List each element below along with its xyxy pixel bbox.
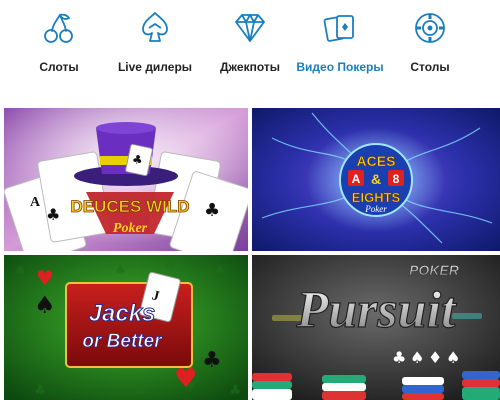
game-tile-aces-eights[interactable]: ACES A & 8 EIGHTS Poker: [252, 108, 500, 251]
game-tile-poker-pursuit[interactable]: POKER Pursuit ♣ ♠ ♦ ♠: [252, 255, 500, 400]
logo-poker: Poker: [364, 204, 387, 214]
logo-ampersand: &: [371, 171, 381, 187]
svg-text:♣: ♣: [46, 205, 60, 224]
chips-icon: [142, 12, 168, 42]
nav-item-jackpots[interactable]: Джекпоты: [205, 10, 295, 90]
logo-8-card: 8: [393, 172, 400, 186]
svg-text:♠: ♠: [114, 263, 127, 279]
svg-text:A: A: [30, 195, 41, 210]
game-tile-deuces-wild[interactable]: A ♣ ♣ ♣ DEUCES WILD Poker: [4, 108, 248, 251]
nav-item-slots[interactable]: Слоты: [14, 10, 104, 90]
svg-text:♣: ♣: [204, 200, 220, 221]
nav-item-tables[interactable]: Столы: [385, 10, 475, 90]
game-tile-jacks-or-better[interactable]: ♠ ♣ ♠ ♣ ♠ ♣ ♠ ♣ ♠ ♣ ♥ ♠ J Jacks or Better ♥ ♣: [4, 255, 248, 400]
logo-a-card: A: [352, 172, 361, 186]
nav-label-video-poker: Видео Покеры: [296, 60, 384, 74]
club-icon: ♣: [202, 348, 222, 373]
svg-text:♠: ♠: [14, 263, 27, 279]
nav-label-tables: Столы: [410, 60, 450, 74]
logo-or-better: or Better: [82, 331, 163, 352]
logo-title: DEUCES WILD: [71, 197, 190, 216]
diamond-icon: [235, 14, 265, 42]
svg-text:♠: ♠: [214, 263, 227, 279]
spade-icon: ♠: [410, 348, 424, 367]
club-icon: ♣: [392, 348, 406, 367]
svg-text:♣: ♣: [34, 383, 47, 399]
nav-label-live-dealers: Live дилеры: [117, 60, 193, 74]
aces-eights-artwork: ACES A & 8 EIGHTS Poker: [252, 108, 500, 251]
logo-jacks: Jacks: [89, 300, 156, 327]
deuces-wild-artwork: A ♣ ♣ ♣ DEUCES WILD Poker: [4, 108, 248, 251]
jacks-or-better-artwork: ♠ ♣ ♠ ♣ ♠ ♣ ♠ ♣ ♠ ♣ ♥ ♠ J Jacks or Better ♥ ♣: [4, 255, 248, 400]
poker-pursuit-artwork: POKER Pursuit ♣ ♠ ♦ ♠: [252, 255, 500, 400]
logo-poker: POKER: [409, 262, 460, 278]
spade-icon: ♠: [34, 291, 56, 319]
nav-item-live-dealers[interactable]: Live дилеры: [110, 10, 200, 90]
heart-icon-small: ♥: [36, 266, 54, 290]
svg-text:♠: ♠: [84, 378, 97, 394]
logo-subtitle: Poker: [113, 221, 148, 236]
logo-aces: ACES: [357, 153, 396, 169]
heart-icon: ♥: [174, 364, 197, 394]
nav-label-jackpots: Джекпоты: [220, 60, 280, 74]
diamond-suit-icon: ♦: [428, 348, 442, 367]
logo-pursuit: Pursuit: [296, 282, 458, 339]
nav-label-slots: Слоты: [39, 60, 79, 74]
nav-item-video-poker[interactable]: Видео Покеры: [295, 10, 385, 90]
chip-icon: [415, 13, 445, 43]
svg-text:♣: ♣: [164, 257, 177, 273]
cherries-icon: [44, 13, 73, 43]
game-grid: A ♣ ♣ ♣ DEUCES WILD Poker ACES A & 8 EIG…: [0, 108, 500, 400]
category-nav: Слоты Live дилеры Джекпоты Видео Покеры …: [0, 0, 500, 100]
svg-text:♣: ♣: [64, 257, 77, 273]
svg-text:♣: ♣: [229, 383, 242, 399]
logo-eights: EIGHTS: [352, 190, 401, 205]
spade-icon-2: ♠: [446, 348, 460, 367]
svg-text:♣: ♣: [134, 383, 147, 399]
cards-icon: [323, 15, 354, 42]
